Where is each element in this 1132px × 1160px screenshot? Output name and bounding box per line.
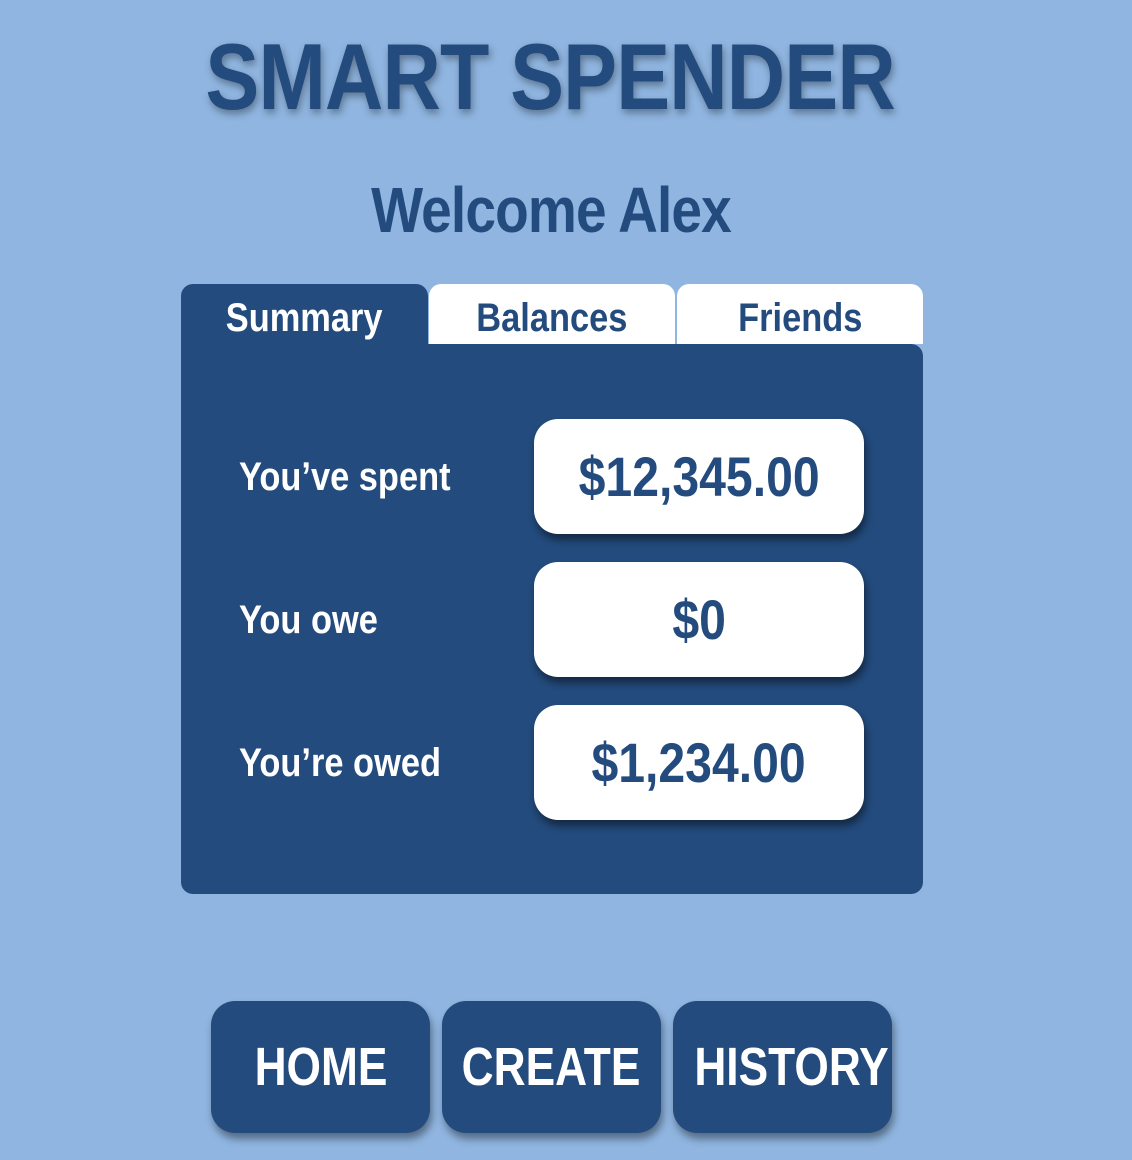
summary-panel: You’ve spent $12,345.00 You owe $0 You’r… <box>181 344 923 894</box>
tab-balances-label: Balances <box>476 296 628 340</box>
owe-value-box: $0 <box>534 562 864 677</box>
home-button[interactable]: HOME <box>211 1001 430 1133</box>
tab-friends[interactable]: Friends <box>677 284 923 344</box>
owe-value: $0 <box>672 588 726 651</box>
tab-balances[interactable]: Balances <box>429 284 675 344</box>
owed-label: You’re owed <box>239 741 441 785</box>
owe-label: You owe <box>239 598 378 642</box>
history-button-label: HISTORY <box>694 1037 889 1097</box>
owed-value: $1,234.00 <box>591 731 807 794</box>
spent-value: $12,345.00 <box>578 445 820 508</box>
owed-value-box: $1,234.00 <box>534 705 864 820</box>
create-button-label: CREATE <box>462 1037 641 1097</box>
home-button-label: HOME <box>254 1037 387 1097</box>
create-button[interactable]: CREATE <box>442 1001 661 1133</box>
tab-summary-label: Summary <box>226 296 383 340</box>
welcome-message: Welcome Alex <box>371 174 732 246</box>
app-title: SMART SPENDER <box>205 24 895 129</box>
spent-value-box: $12,345.00 <box>534 419 864 534</box>
spent-label: You’ve spent <box>239 455 451 499</box>
history-button[interactable]: HISTORY <box>673 1001 892 1133</box>
tab-friends-label: Friends <box>737 296 863 340</box>
